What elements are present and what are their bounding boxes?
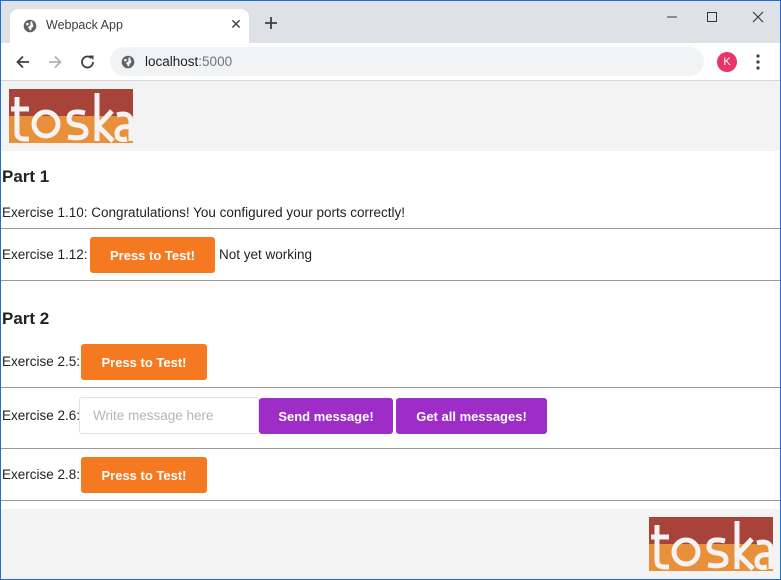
close-tab-icon[interactable]: ✕ xyxy=(229,17,243,31)
send-message-button[interactable]: Send message! xyxy=(259,398,393,434)
divider xyxy=(1,280,780,281)
address-text: localhost:5000 xyxy=(145,54,232,69)
browser-window: Webpack App ✕ localhost:5000 K Part 1 Ex… xyxy=(0,0,781,580)
maximize-icon[interactable] xyxy=(698,7,726,27)
exercise-1-10-text: Exercise 1.10: Congratulations! You conf… xyxy=(2,205,405,220)
browser-tab[interactable]: Webpack App ✕ xyxy=(10,9,249,43)
toska-logo xyxy=(9,89,133,143)
divider xyxy=(1,387,780,388)
exercise-2-8-test-button[interactable]: Press to Test! xyxy=(81,457,207,493)
message-input[interactable] xyxy=(79,397,259,434)
divider xyxy=(1,500,780,501)
forward-icon[interactable] xyxy=(45,52,65,72)
new-tab-icon[interactable] xyxy=(263,15,279,31)
exercise-2-6-label: Exercise 2.6: xyxy=(2,408,81,423)
profile-avatar[interactable]: K xyxy=(717,52,737,72)
exercise-1-12-test-button[interactable]: Press to Test! xyxy=(90,237,215,273)
globe-icon xyxy=(23,19,37,33)
tab-title: Webpack App xyxy=(46,18,123,32)
back-icon[interactable] xyxy=(13,52,33,72)
get-all-messages-button[interactable]: Get all messages! xyxy=(396,398,547,434)
exercise-2-5-test-button[interactable]: Press to Test! xyxy=(81,344,207,380)
part1-heading: Part 1 xyxy=(2,167,50,186)
exercise-2-5-label: Exercise 2.5: xyxy=(2,354,81,369)
exercise-1-12-label: Exercise 1.12: xyxy=(2,247,88,262)
divider xyxy=(1,448,780,449)
address-host: localhost xyxy=(145,54,199,69)
exercise-1-12-status: Not yet working xyxy=(219,247,313,262)
part2-heading: Part 2 xyxy=(2,309,50,328)
address-bar[interactable]: localhost:5000 xyxy=(110,47,704,76)
toska-logo xyxy=(649,517,773,571)
page-header xyxy=(1,81,780,151)
divider xyxy=(1,228,780,229)
exercise-2-8-label: Exercise 2.8: xyxy=(2,467,81,482)
close-window-icon[interactable] xyxy=(744,7,772,27)
tab-bar: Webpack App ✕ xyxy=(1,1,780,43)
address-port: :5000 xyxy=(198,54,233,69)
browser-toolbar: localhost:5000 K xyxy=(1,43,780,81)
more-menu-icon[interactable] xyxy=(752,52,764,72)
minimize-icon[interactable] xyxy=(658,7,686,27)
page-content: Part 1 Exercise 1.10: Congratulations! Y… xyxy=(1,81,780,579)
reload-icon[interactable] xyxy=(78,52,98,72)
page-footer xyxy=(1,509,780,579)
globe-icon xyxy=(121,55,135,69)
